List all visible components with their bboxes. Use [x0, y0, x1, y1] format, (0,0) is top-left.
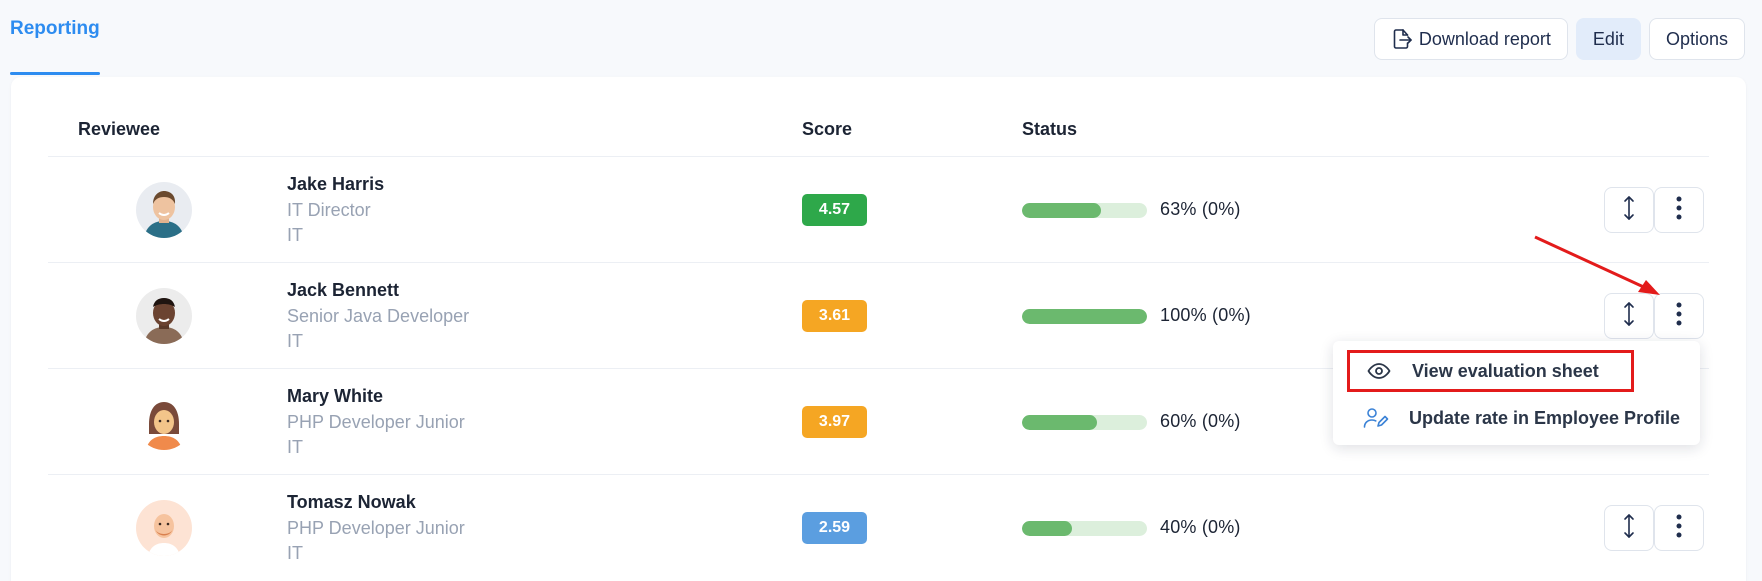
more-actions-button[interactable] — [1654, 293, 1704, 339]
tab-reporting[interactable]: Reporting — [10, 0, 100, 75]
progress-bar — [1022, 521, 1147, 536]
options-button[interactable]: Options — [1648, 18, 1745, 60]
avatar — [136, 288, 192, 344]
vertical-arrows-icon — [1621, 301, 1637, 332]
progress-bar — [1022, 309, 1147, 324]
progress-bar — [1022, 415, 1147, 430]
tab-active-underline — [10, 72, 100, 75]
edit-label: Edit — [1592, 28, 1624, 49]
header-status: Status — [1022, 119, 1078, 139]
progress-text: 40% (0%) — [1160, 517, 1241, 537]
kebab-icon — [1676, 514, 1682, 543]
score-badge: 4.57 — [802, 194, 867, 226]
eye-icon — [1366, 360, 1392, 382]
more-actions-button[interactable] — [1654, 187, 1704, 233]
reorder-button[interactable] — [1604, 293, 1654, 339]
reorder-button[interactable] — [1604, 187, 1654, 233]
menu-item-label: Update rate in Employee Profile — [1409, 407, 1681, 428]
download-report-label: Download report — [1418, 28, 1551, 49]
progress-text: 60% (0%) — [1160, 411, 1241, 431]
reviewee-name: Mary White — [287, 386, 384, 406]
toolbar: Download report Edit Options — [1373, 18, 1745, 60]
reviewee-role: Senior Java Developer — [287, 306, 470, 326]
reviewee-name: Jack Bennett — [287, 280, 400, 300]
reviewees-card: Reviewee Score Status Jake Harris IT Dir… — [11, 77, 1746, 581]
options-label: Options — [1665, 28, 1728, 49]
progress-bar — [1022, 203, 1147, 218]
menu-item-view-evaluation-sheet[interactable]: View evaluation sheet — [1347, 350, 1634, 392]
reviewee-role: PHP Developer Junior — [287, 412, 465, 432]
reviewee-role: PHP Developer Junior — [287, 518, 465, 538]
reviewee-name: Jake Harris — [287, 174, 385, 194]
progress-text: 100% (0%) — [1160, 305, 1251, 325]
score-badge: 3.97 — [802, 406, 867, 438]
avatar — [136, 182, 192, 238]
score-badge: 3.61 — [802, 300, 867, 332]
reviewee-name: Tomasz Nowak — [287, 492, 416, 512]
table-header: Reviewee Score Status — [48, 77, 1709, 157]
reviewee-dept: IT — [287, 437, 303, 457]
kebab-icon — [1676, 196, 1682, 225]
vertical-arrows-icon — [1621, 195, 1637, 226]
table-row: Jake Harris IT Director IT 4.57 63% (0%) — [48, 157, 1709, 263]
more-actions-button[interactable] — [1654, 505, 1704, 551]
header-score: Score — [802, 119, 853, 139]
avatar — [136, 500, 192, 556]
progress-bar-fill — [1022, 309, 1147, 324]
kebab-icon — [1676, 302, 1682, 331]
row-actions-menu: View evaluation sheet Update rate in Emp… — [1333, 341, 1700, 445]
menu-item-update-rate[interactable]: Update rate in Employee Profile — [1347, 397, 1687, 439]
tab-reporting-label: Reporting — [10, 18, 100, 39]
avatar — [136, 394, 192, 450]
reorder-button[interactable] — [1604, 505, 1654, 551]
reviewee-dept: IT — [287, 331, 303, 351]
progress-bar-fill — [1022, 415, 1097, 430]
header-reviewee: Reviewee — [78, 119, 161, 139]
menu-item-label: View evaluation sheet — [1412, 360, 1599, 381]
table-row: Tomasz Nowak PHP Developer Junior IT 2.5… — [48, 475, 1709, 581]
progress-text: 63% (0%) — [1160, 199, 1241, 219]
score-badge: 2.59 — [802, 512, 867, 544]
progress-bar-fill — [1022, 203, 1101, 218]
download-report-button[interactable]: Download report — [1373, 18, 1568, 60]
edit-button[interactable]: Edit — [1575, 18, 1641, 60]
user-edit-icon — [1363, 407, 1389, 429]
reviewee-role: IT Director — [287, 200, 371, 220]
vertical-arrows-icon — [1621, 513, 1637, 544]
export-icon — [1391, 28, 1413, 50]
reviewee-dept: IT — [287, 543, 303, 563]
progress-bar-fill — [1022, 521, 1072, 536]
reviewee-dept: IT — [287, 225, 303, 245]
